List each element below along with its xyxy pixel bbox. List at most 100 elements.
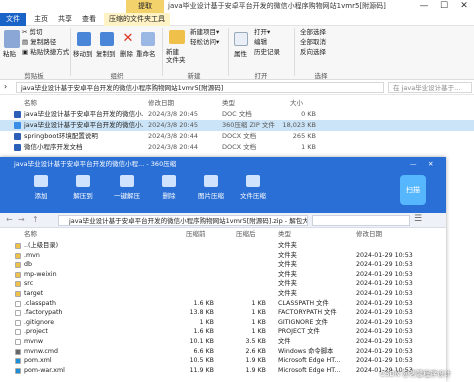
add-button[interactable]: 添加 [26,175,56,200]
cut-button[interactable]: ✂ 剪切 [22,28,43,37]
folder-icon [15,291,21,297]
tab-file[interactable]: 文件 [0,13,26,26]
extract-to-button[interactable]: 解压到 [68,175,98,200]
copy-to-icon [100,32,114,46]
entry-date: 2024-01-29 10:53 [356,290,413,297]
entry-date: 2024-01-29 10:53 [356,251,413,259]
archive-row[interactable]: .classpath 1.6 KB 1 KB CLASSPATH 文件 2024-01-… [0,299,446,309]
archive-row[interactable]: db 文件夹 2024-01-29 10:53 [0,260,446,270]
minimize-button[interactable]: — [410,157,417,171]
archive-row[interactable]: mp-weixin 文件夹 2024-01-29 10:53 [0,270,446,280]
file-type: DOCX 文档 [222,132,257,140]
column-type[interactable]: 类型 [278,229,291,240]
one-click-extract-button[interactable]: 一键解压 [112,175,142,200]
back-icon[interactable]: ← [6,215,13,224]
paste-button[interactable]: 粘贴 [3,50,16,59]
delete-label: 删除 [162,192,176,200]
menu-icon[interactable]: ☰ [414,214,422,224]
shortcut-icon: ▣ [22,48,29,56]
archive-search-input[interactable] [312,215,410,226]
archive-row[interactable]: target 文件夹 2024-01-29 10:53 [0,289,446,299]
file-name: java毕业设计基于安卓平台开发的微信小... [24,110,144,118]
select-none-button[interactable]: 全部取消 [300,38,326,47]
edit-button[interactable]: 编辑 [254,38,267,47]
scissors-icon: ✂ [22,28,28,36]
column-date[interactable]: 修改日期 [356,229,382,240]
close-button[interactable]: ✕ [428,157,433,171]
maximize-button[interactable]: ☐ [434,0,454,13]
properties-icon [234,32,248,46]
column-name[interactable]: 名称 [24,229,37,240]
delete-button[interactable]: 删除 [120,50,133,59]
history-button[interactable]: 历史记录 [254,48,280,57]
copy-path-button[interactable]: ▤ 复制路径 [22,38,56,47]
file-row[interactable]: java毕业设计基于安卓平台开发的微信小... 2024/3/8 20:45 360… [0,120,474,131]
new-folder-button[interactable]: 新建 文件夹 [166,48,186,64]
entry-name: .mvn [24,251,40,259]
column-date[interactable]: 修改日期 [148,97,174,107]
archive-row[interactable]: mvnw.cmd 6.6 KB 2.6 KB Windows 命令脚本 2024-01-… [0,347,446,357]
archive-nav-bar: ← → ↑ java毕业设计基于安卓平台开发的微信小程序购物网站1vmr5[附源… [0,213,446,228]
file-name: springboot环境配置说明 [24,132,98,140]
minimize-button[interactable]: — [414,0,434,13]
tab-compressed-folder-tools[interactable]: 压缩的文件夹工具 [104,13,170,26]
archive-row[interactable]: ..(上级目录) 文件夹 [0,241,446,251]
archive-row[interactable]: mvnw 10.1 KB 3.5 KB 文件 2024-01-29 10:53 [0,337,446,347]
select-all-button[interactable]: 全部选择 [300,28,326,37]
tab-share[interactable]: 共享 [54,13,76,26]
rename-button[interactable]: 重命名 [136,50,156,59]
invert-selection-button[interactable]: 反向选择 [300,48,326,57]
close-button[interactable]: ✕ [454,0,474,13]
add-icon [34,175,48,187]
file-type: DOC 文档 [222,110,252,118]
file-row[interactable]: java毕业设计基于安卓平台开发的微信小... 2024/3/8 20:45 DOC… [0,109,474,120]
extract-icon [76,175,90,187]
search-input[interactable]: 在 java毕业设计基于... [388,82,472,93]
properties-button[interactable]: 属性 [234,50,247,59]
delete-button[interactable]: 删除 [154,175,184,200]
image-compress-button[interactable]: 图片压缩 [196,175,226,200]
copy-to-button[interactable]: 复制到 [96,50,116,59]
archive-path[interactable]: java毕业设计基于安卓平台开发的微信小程序购物网站1vmr5[附源码].zip… [58,215,308,226]
archive-row[interactable]: .factorypath 13.8 KB 1 KB FACTORYPATH 文件 202… [0,308,446,318]
address-bar[interactable]: java毕业设计基于安卓平台开发的微信小程序购物网站1vmr5[附源码] [16,82,384,93]
new-item-button[interactable]: 新建项目▾ [190,28,219,37]
entry-date: 2024-01-29 10:53 [356,280,413,288]
column-name[interactable]: 名称 [24,97,37,107]
forward-icon[interactable]: → [18,215,25,224]
entry-name: pom.xml [24,357,52,365]
archive-row[interactable]: .mvn 文件夹 2024-01-29 10:53 [0,251,446,261]
move-to-button[interactable]: 移动到 [73,50,93,59]
paste-shortcut-button[interactable]: ▣ 粘贴快捷方式 [22,48,69,57]
archive-row[interactable]: src 文件夹 2024-01-29 10:53 [0,279,446,289]
one-click-extract-label: 一键解压 [114,192,140,200]
tab-home[interactable]: 主页 [30,13,52,26]
column-after[interactable]: 压缩后 [236,229,256,240]
archive-row[interactable]: pom.xml 10.5 KB 1.9 KB Microsoft Edge HT...… [0,356,446,366]
divider [294,28,295,76]
file-size: 1 KB [301,143,316,151]
file-row[interactable]: springboot环境配置说明 2024/3/8 20:44 DOCX 文档 265… [0,131,474,142]
open-button[interactable]: 打开▾ [254,28,270,37]
entry-name: .classpath [24,299,56,307]
file-size: 18,023 KB [282,121,316,129]
address-bar-row: › java毕业设计基于安卓平台开发的微信小程序购物网站1vmr5[附源码] 在… [0,80,474,95]
folder-icon [15,271,21,278]
archive-row[interactable]: .project 1.6 KB 1 KB PROJECT 文件 2024-01-29 1… [0,327,446,337]
file-icon [15,367,21,374]
entry-date: 2024-01-29 10:53 [356,261,413,269]
watermark: CSDN @艺馨程序设计 [380,370,452,378]
column-before[interactable]: 压缩前 [186,229,206,240]
entry-size-before: 11.9 KB [189,366,214,374]
up-icon[interactable]: ↑ [32,215,39,224]
file-icon [15,319,21,326]
extract-context-tab[interactable]: 提取 [126,0,164,13]
archive-row[interactable]: .gitignore 1 KB 1 KB GITIGNORE 文件 2024-01-29… [0,318,446,328]
scan-button[interactable]: 扫描 [400,175,426,205]
file-compress-button[interactable]: 文件压缩 [238,175,268,200]
file-row[interactable]: 微信小程序开发文档 2024/3/8 20:44 DOCX 文档 1 KB [0,142,474,153]
tab-view[interactable]: 查看 [78,13,100,26]
column-type[interactable]: 类型 [222,97,235,107]
column-size[interactable]: 大小 [290,97,303,107]
easy-access-button[interactable]: 轻松访问▾ [190,38,219,47]
